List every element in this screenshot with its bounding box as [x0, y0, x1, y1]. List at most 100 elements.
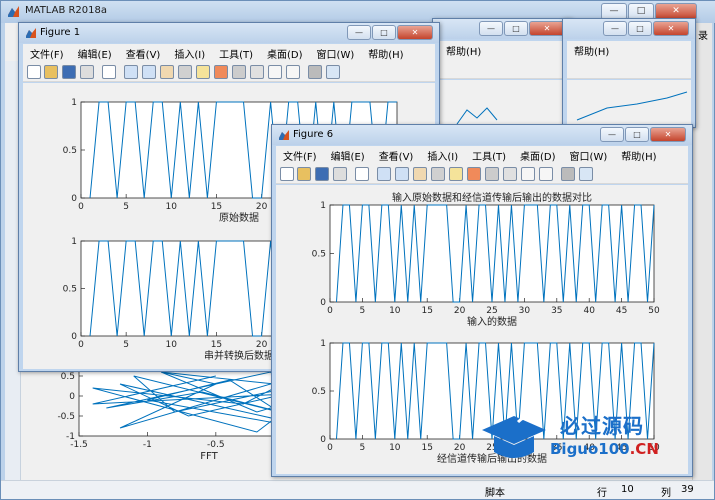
x-tick-label: 30 [519, 306, 531, 316]
hide-icon[interactable] [308, 65, 322, 79]
background-figure-window-1[interactable]: — □ ✕ 帮助(H) [432, 18, 572, 128]
x-tick-label: 0 [327, 443, 333, 453]
y-tick-label: 0 [69, 392, 75, 402]
maximize-button[interactable]: □ [625, 127, 649, 142]
save-icon[interactable] [62, 65, 76, 79]
x-tick-label: 5 [123, 202, 129, 212]
menu-edit[interactable]: 编辑(E) [71, 46, 119, 61]
minimize-button[interactable]: — [603, 21, 627, 36]
brush-icon[interactable] [214, 65, 228, 79]
menu-insert[interactable]: 插入(I) [167, 46, 212, 61]
colorbar-icon[interactable] [268, 65, 282, 79]
menu-help[interactable]: 帮助(H) [614, 148, 663, 163]
figure-6-titlebar[interactable]: Figure 6 — □ ✕ [272, 125, 692, 145]
brush-icon[interactable] [467, 167, 481, 181]
x-axis-label: 串并转换后数据 [204, 349, 274, 362]
colorbar-icon[interactable] [521, 167, 535, 181]
maximize-button[interactable]: □ [504, 21, 528, 36]
x-tick-label: 20 [256, 340, 268, 350]
x-tick-label: 15 [211, 340, 222, 350]
hide-icon[interactable] [561, 167, 575, 181]
menu-desktop[interactable]: 桌面(D) [260, 46, 310, 61]
new-file-icon[interactable] [27, 65, 41, 79]
menu-file[interactable]: 文件(F) [276, 148, 324, 163]
minimize-button[interactable]: — [600, 127, 624, 142]
x-tick-label: 40 [583, 306, 595, 316]
minimize-button[interactable]: — [479, 21, 503, 36]
link-icon[interactable] [503, 167, 517, 181]
menu-window[interactable]: 窗口(W) [563, 148, 615, 163]
status-row-value: 10 [621, 484, 634, 495]
dropdown-icon[interactable] [485, 167, 499, 181]
x-tick-label: -0.5 [207, 440, 225, 450]
menu-tools[interactable]: 工具(T) [212, 46, 260, 61]
x-tick-label: 20 [256, 202, 268, 212]
x-tick-label: 50 [648, 306, 660, 316]
y-tick-label: 0.5 [63, 285, 77, 295]
close-button[interactable]: ✕ [397, 25, 433, 40]
x-tick-label: 5 [123, 340, 129, 350]
x-tick-label: 0 [78, 202, 84, 212]
save-icon[interactable] [315, 167, 329, 181]
menu-help[interactable]: 帮助(H) [439, 43, 488, 58]
menu-desktop[interactable]: 桌面(D) [513, 148, 563, 163]
show-icon[interactable] [326, 65, 340, 79]
rotate-icon[interactable] [431, 167, 445, 181]
status-col-label: 列 [661, 488, 671, 499]
figure-6-title: Figure 6 [293, 129, 334, 140]
x-tick-label: 10 [166, 340, 178, 350]
zoom-in-icon[interactable] [377, 167, 391, 181]
pan-icon[interactable] [413, 167, 427, 181]
close-button[interactable]: ✕ [529, 21, 565, 36]
status-row-label: 行 [597, 488, 607, 499]
dropdown-icon[interactable] [232, 65, 246, 79]
zoom-out-icon[interactable] [142, 65, 156, 79]
menu-edit[interactable]: 编辑(E) [324, 148, 372, 163]
open-folder-icon[interactable] [44, 65, 58, 79]
print-icon[interactable] [333, 167, 347, 181]
background-figure-window-2[interactable]: — □ ✕ 帮助(H) [562, 18, 696, 128]
menu-insert[interactable]: 插入(I) [420, 148, 465, 163]
pan-icon[interactable] [160, 65, 174, 79]
chart-title: 输入原始数据和经信道传输后输出的数据对比 [392, 191, 592, 204]
zoom-in-icon[interactable] [124, 65, 138, 79]
data-cursor-icon[interactable] [196, 65, 210, 79]
x-tick-label: 25 [486, 306, 497, 316]
menu-tools[interactable]: 工具(T) [465, 148, 513, 163]
graduation-cap-logo-icon [482, 414, 546, 458]
new-file-icon[interactable] [280, 167, 294, 181]
print-icon[interactable] [80, 65, 94, 79]
rotate-icon[interactable] [178, 65, 192, 79]
y-tick-label: -0.5 [57, 412, 75, 422]
open-folder-icon[interactable] [297, 167, 311, 181]
x-tick-label: 45 [616, 306, 627, 316]
zoom-out-icon[interactable] [395, 167, 409, 181]
minimize-button[interactable]: — [347, 25, 371, 40]
menu-file[interactable]: 文件(F) [23, 46, 71, 61]
legend-icon[interactable] [539, 167, 553, 181]
pointer-icon[interactable] [102, 65, 116, 79]
show-icon[interactable] [579, 167, 593, 181]
menu-view[interactable]: 查看(V) [119, 46, 168, 61]
figure-icon [26, 28, 36, 38]
x-tick-label: 15 [421, 443, 432, 453]
fft-plot: -1.5-1-0.50-1-0.500.5FFT [57, 367, 340, 462]
close-button[interactable]: ✕ [650, 127, 686, 142]
link-icon[interactable] [250, 65, 264, 79]
maximize-button[interactable]: □ [628, 21, 652, 36]
close-button[interactable]: ✕ [653, 21, 689, 36]
menu-help[interactable]: 帮助(H) [361, 46, 410, 61]
y-tick-label: 1 [71, 98, 77, 108]
data-cursor-icon[interactable] [449, 167, 463, 181]
menu-view[interactable]: 查看(V) [372, 148, 421, 163]
figure-1-title: Figure 1 [40, 27, 81, 38]
pointer-icon[interactable] [355, 167, 369, 181]
x-tick-label: 0 [78, 340, 84, 350]
peek-text: 录 [698, 31, 708, 42]
legend-icon[interactable] [286, 65, 300, 79]
y-tick-label: 0 [71, 332, 77, 342]
menu-help[interactable]: 帮助(H) [567, 43, 616, 58]
figure-1-titlebar[interactable]: Figure 1 — □ ✕ [19, 23, 439, 43]
menu-window[interactable]: 窗口(W) [310, 46, 362, 61]
maximize-button[interactable]: □ [372, 25, 396, 40]
